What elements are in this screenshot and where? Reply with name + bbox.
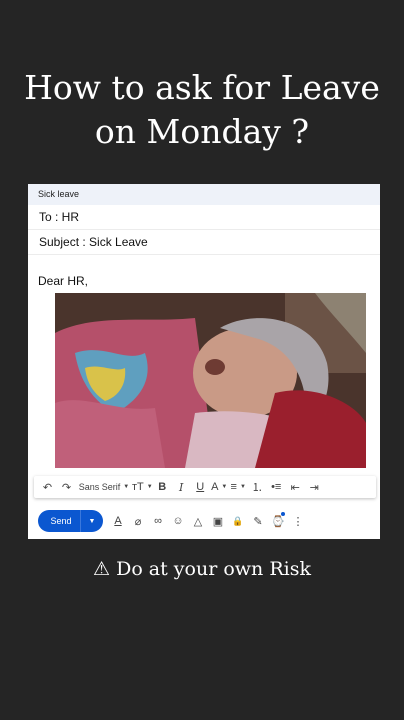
- attach-file-icon[interactable]: ⌀: [128, 510, 148, 532]
- font-family-select[interactable]: Sans Serif ▼: [76, 476, 132, 498]
- formatting-toolbar: ↶ ↷ Sans Serif ▼ тT ▼ B I U A ▼ ≡ ▼ ⒈ •≡…: [34, 476, 376, 498]
- align-icon: ≡: [230, 481, 237, 493]
- sleeping-person-photo: [55, 293, 366, 468]
- chevron-down-icon: ▼: [239, 484, 246, 490]
- signature-icon[interactable]: ✎: [248, 510, 268, 532]
- redo-button[interactable]: ↷: [57, 476, 76, 498]
- numbered-list-icon[interactable]: ⒈: [248, 476, 267, 498]
- compose-title-bar[interactable]: Sick leave: [28, 184, 380, 205]
- send-options-chevron-icon[interactable]: ▼: [81, 518, 103, 525]
- message-greeting[interactable]: Dear HR,: [38, 274, 88, 288]
- undo-button[interactable]: ↶: [38, 476, 57, 498]
- emoji-icon[interactable]: ☺: [168, 510, 188, 532]
- compose-window: Sick leave To : HR Subject : Sick Leave …: [28, 184, 380, 539]
- font-size-select[interactable]: тT ▼: [132, 476, 153, 498]
- schedule-send-icon[interactable]: ⌚: [268, 510, 288, 532]
- bulleted-list-icon[interactable]: •≡: [267, 476, 286, 498]
- underline-button[interactable]: U: [191, 476, 210, 498]
- drive-icon[interactable]: △: [188, 510, 208, 532]
- subject-field[interactable]: Subject : Sick Leave: [28, 230, 380, 255]
- photo-illustration: [55, 293, 366, 468]
- send-label: Send: [50, 516, 72, 526]
- to-field[interactable]: To : HR: [28, 205, 380, 230]
- formatting-options-icon[interactable]: A: [108, 510, 128, 532]
- headline: How to ask for Leave on Monday ?: [0, 66, 404, 154]
- insert-photo-icon[interactable]: ▣: [208, 510, 228, 532]
- text-color-select[interactable]: A ▼: [210, 476, 229, 498]
- send-button[interactable]: Send ▼: [38, 510, 103, 532]
- align-select[interactable]: ≡ ▼: [229, 476, 248, 498]
- bold-button[interactable]: B: [153, 476, 172, 498]
- font-family-label: Sans Serif: [78, 482, 121, 492]
- indent-less-icon[interactable]: ⇤: [286, 476, 305, 498]
- font-size-icon: тT: [132, 481, 144, 493]
- headline-line-2: on Monday ?: [94, 112, 310, 151]
- headline-line-1: How to ask for Leave: [24, 68, 380, 107]
- indent-more-icon[interactable]: ⇥: [305, 476, 324, 498]
- italic-button[interactable]: I: [172, 476, 191, 498]
- more-options-icon[interactable]: ⋮: [288, 510, 308, 532]
- confidential-mode-icon[interactable]: 🔒: [228, 510, 248, 532]
- compose-action-bar: Send ▼ A ⌀ ∞ ☺ △ ▣ 🔒 ✎ ⌚ ⋮: [28, 506, 380, 536]
- insert-link-icon[interactable]: ∞: [148, 510, 168, 532]
- text-color-icon: A: [211, 481, 219, 493]
- warning-caption: ⚠ Do at your own Risk: [93, 558, 311, 580]
- chevron-down-icon: ▼: [123, 484, 130, 490]
- chevron-down-icon: ▼: [221, 484, 228, 490]
